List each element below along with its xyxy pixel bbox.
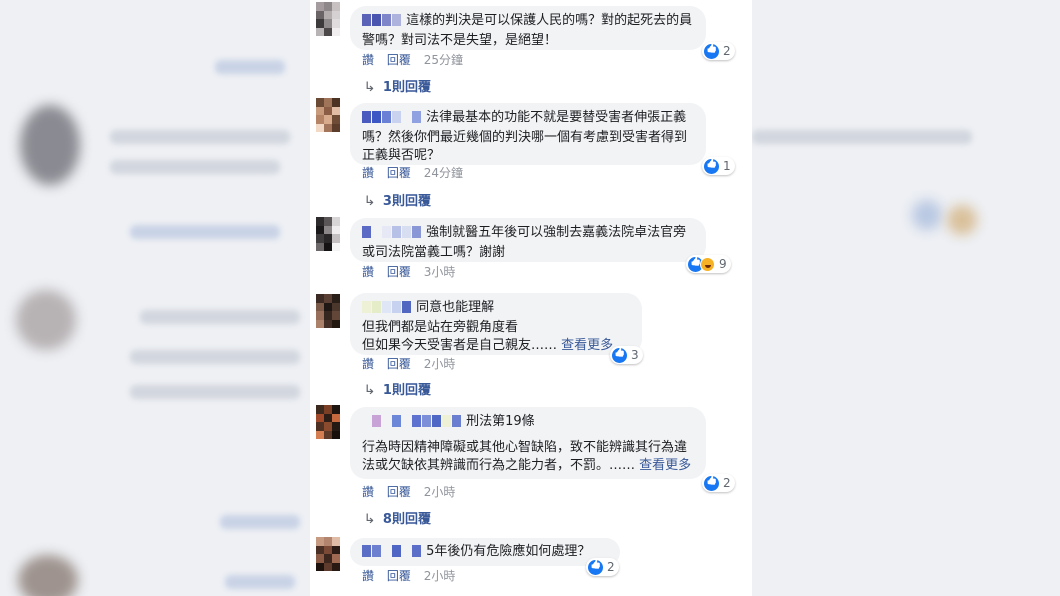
like-icon [612,347,627,363]
comment-actions: 讚 回覆 25分鐘 [362,53,472,67]
reaction-count: 1 [723,159,731,173]
reply-arrow-icon: ↳ [363,512,376,527]
comment-actions: 讚 回覆 3小時 [362,265,464,279]
blurred-reaction [947,205,977,235]
commenter-name[interactable] [362,301,412,319]
reaction-count: 2 [723,476,731,490]
reply-arrow-icon: ↳ [363,383,376,398]
blurred-avatar [20,105,80,185]
see-more-link[interactable]: 查看更多 [639,458,691,473]
avatar[interactable] [316,537,340,571]
reaction-count: 3 [631,348,639,362]
commenter-name[interactable] [362,226,422,244]
timestamp[interactable]: 2小時 [424,569,456,583]
comment-bubble: 同意也能理解 但我們都是站在旁觀角度看 但如果今天受害者是自己親友…… 查看更多 [350,293,642,355]
avatar[interactable] [316,217,340,251]
like-button[interactable]: 讚 [362,53,374,67]
blurred-text [215,60,285,74]
comment-bubble: 這樣的判決是可以保護人民的嗎？對的起死去的員警嗎？對司法不是失望，是絕望！ [350,6,706,50]
comment-actions: 讚 回覆 2小時 [362,485,464,499]
like-button[interactable]: 讚 [362,357,374,371]
reply-button[interactable]: 回覆 [387,166,411,180]
reaction-summary[interactable]: 2 [702,474,735,492]
like-icon [588,559,603,575]
reply-button[interactable]: 回覆 [387,485,411,499]
comment-bubble: 法律最基本的功能不就是要替受害者伸張正義嗎？然後你們最近幾個的判決哪一個有考慮到… [350,103,706,165]
comment-text-continued: 但我們都是站在旁觀角度看 但如果今天受害者是自己親友…… [362,320,558,353]
like-button[interactable]: 讚 [362,166,374,180]
like-button[interactable]: 讚 [362,265,374,279]
reaction-summary[interactable]: 3 [610,346,643,364]
see-more-link[interactable]: 查看更多 [561,338,613,353]
like-button[interactable]: 讚 [362,569,374,583]
comment-actions: 讚 回覆 24分鐘 [362,166,472,180]
blurred-text [130,385,300,399]
replies-count: 3則回覆 [382,194,431,209]
reaction-summary[interactable]: 2 [586,558,619,576]
avatar[interactable] [316,2,340,36]
view-replies-link[interactable]: ↳ 3則回覆 [363,194,431,210]
timestamp[interactable]: 25分鐘 [424,53,463,67]
reply-button[interactable]: 回覆 [387,569,411,583]
blurred-avatar [16,290,76,350]
replies-count: 1則回覆 [382,383,431,398]
reaction-summary[interactable]: 2 [702,42,735,60]
avatar[interactable] [316,405,340,439]
timestamp[interactable]: 24分鐘 [424,166,463,180]
avatar[interactable] [316,98,340,132]
reaction-summary[interactable]: 1 [702,157,735,175]
comment-text: 同意也能理解 [416,300,495,315]
comment-actions: 讚 回覆 2小時 [362,357,464,371]
blurred-text [110,160,280,174]
reaction-count: 9 [719,257,727,271]
view-replies-link[interactable]: ↳ 1則回覆 [363,383,431,399]
comment-bubble: 強制就醫五年後可以強制去嘉義法院卓法官旁或司法院當義工嗎？謝謝 [350,218,706,262]
comment-text: 5年後仍有危險應如何處理？ [426,544,591,559]
comment-text: 刑法第19條 [466,414,535,429]
replies-count: 8則回覆 [382,512,431,527]
replies-count: 1則回覆 [382,80,431,95]
reply-arrow-icon: ↳ [363,194,376,209]
commenter-name[interactable] [362,14,402,32]
blurred-text [130,225,280,239]
reply-button[interactable]: 回覆 [387,357,411,371]
blurred-reaction [912,200,942,230]
like-icon [704,475,719,491]
comment-actions: 讚 回覆 2小時 [362,569,464,583]
blurred-text [110,130,290,144]
reply-button[interactable]: 回覆 [387,265,411,279]
blurred-background-right [752,0,1060,596]
reply-button[interactable]: 回覆 [387,53,411,67]
reaction-summary[interactable]: 9 [686,255,731,273]
comment-bubble: 刑法第19條 行為時因精神障礙或其他心智缺陷，致不能辨識其行為違法或欠缺依其辨識… [350,407,706,479]
haha-icon [700,256,715,272]
avatar[interactable] [316,294,340,328]
blurred-avatar [18,555,78,596]
blurred-background-left [0,0,310,596]
view-replies-link[interactable]: ↳ 1則回覆 [363,80,431,96]
reaction-count: 2 [723,44,731,58]
timestamp[interactable]: 2小時 [424,485,456,499]
blurred-text [752,130,972,144]
like-icon [704,43,719,59]
comment-feed: 這樣的判決是可以保護人民的嗎？對的起死去的員警嗎？對司法不是失望，是絕望！ 2 … [310,0,752,596]
like-button[interactable]: 讚 [362,485,374,499]
blurred-text [225,575,295,589]
commenter-name[interactable] [362,111,422,129]
reply-arrow-icon: ↳ [363,80,376,95]
view-replies-link[interactable]: ↳ 8則回覆 [363,512,431,528]
blurred-text [220,515,300,529]
blurred-text [140,310,300,324]
blurred-text [130,350,300,364]
comment-text: 這樣的判決是可以保護人民的嗎？對的起死去的員警嗎？對司法不是失望，是絕望！ [362,13,693,48]
timestamp[interactable]: 3小時 [424,265,456,279]
commenter-name[interactable] [362,415,462,433]
commenter-name[interactable] [362,545,422,563]
reaction-count: 2 [607,560,615,574]
comment-bubble: 5年後仍有危險應如何處理？ [350,538,620,566]
timestamp[interactable]: 2小時 [424,357,456,371]
like-icon [704,158,719,174]
